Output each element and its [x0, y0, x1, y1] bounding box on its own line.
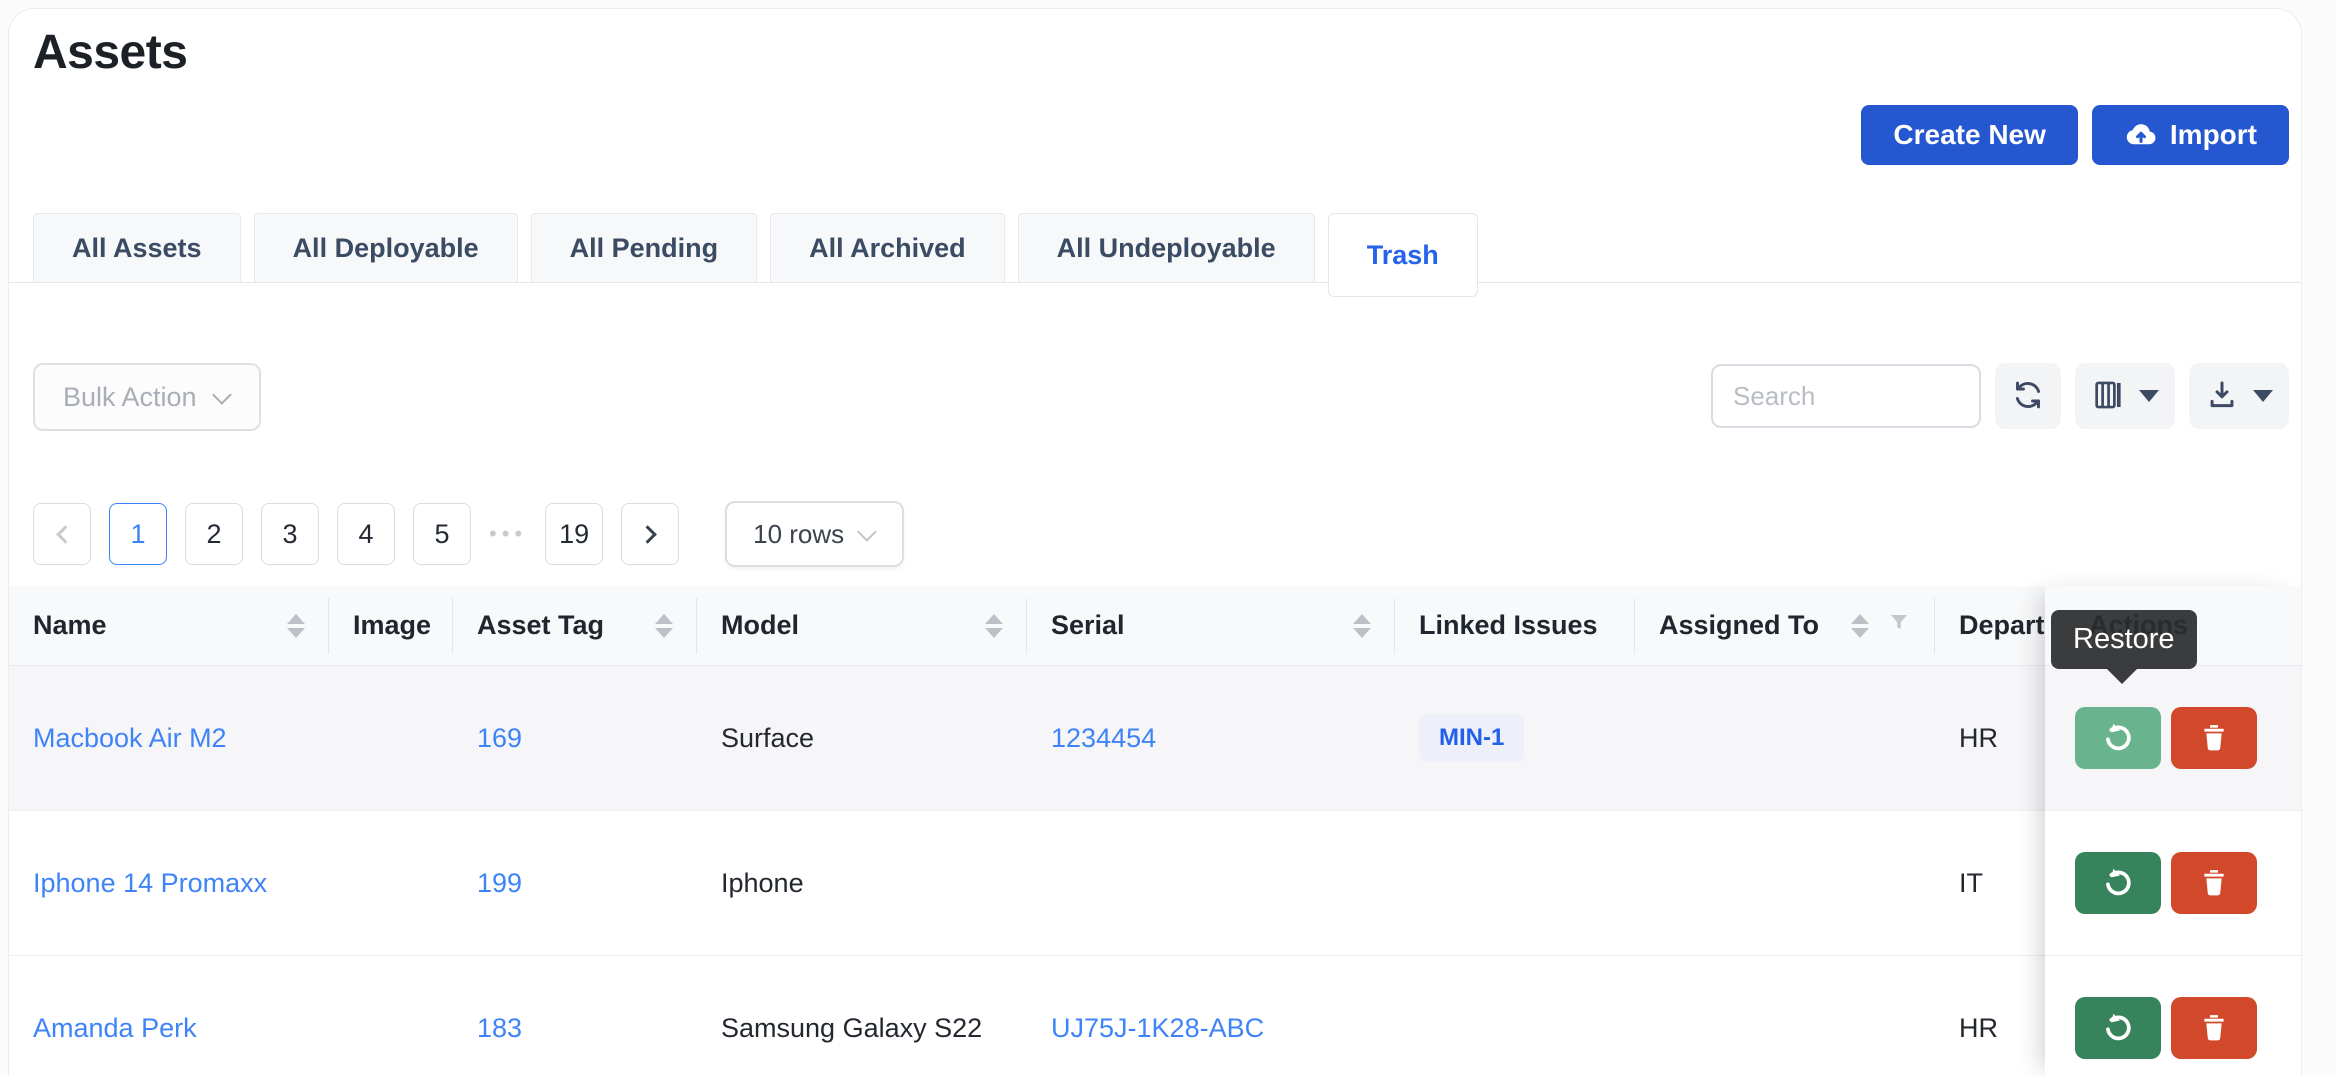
page-button-3[interactable]: 3 — [261, 503, 319, 565]
export-button[interactable] — [2189, 363, 2289, 429]
trash-icon — [2197, 865, 2231, 902]
columns-icon — [2091, 378, 2125, 415]
table-header-row: Name Image Asset Tag Model Serial Linked… — [9, 586, 2301, 666]
restore-icon — [2100, 1009, 2136, 1048]
asset-name-link[interactable]: Macbook Air M2 — [33, 723, 227, 753]
tabs-bar: All Assets All Deployable All Pending Al… — [33, 213, 2301, 283]
tab-all-pending[interactable]: All Pending — [531, 213, 758, 283]
table-row[interactable]: Iphone 14 Promaxx 199 Iphone IT — [9, 811, 2301, 956]
model-cell: Samsung Galaxy S22 — [697, 1013, 1027, 1044]
chevron-left-icon — [56, 525, 74, 543]
refresh-button[interactable] — [1995, 363, 2061, 429]
page-button-19[interactable]: 19 — [545, 503, 603, 565]
columns-button[interactable] — [2075, 363, 2175, 429]
restore-button[interactable] — [2075, 852, 2161, 914]
toolbar: Bulk Action — [33, 363, 2289, 431]
restore-button[interactable] — [2075, 997, 2161, 1059]
cloud-upload-icon — [2124, 118, 2158, 152]
delete-button[interactable] — [2171, 707, 2257, 769]
import-button[interactable]: Import — [2092, 105, 2289, 165]
asset-tag-link[interactable]: 169 — [477, 723, 522, 753]
page-button-4[interactable]: 4 — [337, 503, 395, 565]
model-cell: Iphone — [697, 868, 1027, 899]
table-row[interactable]: Amanda Perk 183 Samsung Galaxy S22 UJ75J… — [9, 956, 2301, 1076]
create-new-label: Create New — [1893, 119, 2046, 151]
sort-icon — [967, 614, 1003, 638]
caret-down-icon — [2139, 390, 2159, 402]
chevron-right-icon — [638, 525, 656, 543]
asset-name-link[interactable]: Amanda Perk — [33, 1013, 197, 1043]
chevron-down-icon — [857, 522, 877, 542]
actions-panel: Actions Restore — [2045, 586, 2301, 1076]
download-icon — [2205, 378, 2239, 415]
tab-all-deployable[interactable]: All Deployable — [254, 213, 518, 283]
column-header-model[interactable]: Model — [697, 586, 1027, 665]
header-actions: Create New Import — [1861, 105, 2289, 165]
table-row[interactable]: Macbook Air M2 169 Surface 1234454 MIN-1… — [9, 666, 2301, 811]
tab-trash[interactable]: Trash — [1328, 213, 1478, 297]
tabs-divider — [9, 282, 2301, 283]
pagination: 1 2 3 4 5 ••• 19 10 rows — [33, 501, 904, 567]
actions-row — [2045, 666, 2301, 811]
page-button-1[interactable]: 1 — [109, 503, 167, 565]
page-button-2[interactable]: 2 — [185, 503, 243, 565]
tab-all-archived[interactable]: All Archived — [770, 213, 1005, 283]
linked-issue-badge[interactable]: MIN-1 — [1419, 714, 1524, 762]
caret-down-icon — [2253, 390, 2273, 402]
pagination-ellipsis: ••• — [489, 521, 527, 547]
column-header-assigned-to[interactable]: Assigned To — [1635, 586, 1935, 665]
chevron-down-icon — [212, 385, 232, 405]
column-header-serial[interactable]: Serial — [1027, 586, 1395, 665]
delete-button[interactable] — [2171, 852, 2257, 914]
page-title: Assets — [33, 25, 187, 80]
page-button-5[interactable]: 5 — [413, 503, 471, 565]
tab-all-assets[interactable]: All Assets — [33, 213, 241, 283]
asset-name-link[interactable]: Iphone 14 Promaxx — [33, 868, 267, 898]
bulk-action-dropdown[interactable]: Bulk Action — [33, 363, 261, 431]
asset-tag-link[interactable]: 183 — [477, 1013, 522, 1043]
page-card: Assets Create New Import All Assets All … — [8, 8, 2302, 1076]
serial-link[interactable]: UJ75J-1K28-ABC — [1051, 1013, 1264, 1043]
column-header-name[interactable]: Name — [9, 586, 329, 665]
asset-tag-link[interactable]: 199 — [477, 868, 522, 898]
prev-page-button[interactable] — [33, 503, 91, 565]
tab-all-undeployable[interactable]: All Undeployable — [1018, 213, 1315, 283]
restore-icon — [2100, 719, 2136, 758]
restore-button[interactable] — [2075, 707, 2161, 769]
search-input[interactable] — [1711, 364, 1981, 428]
filter-icon[interactable] — [1887, 610, 1911, 641]
refresh-icon — [2011, 378, 2045, 415]
column-header-image: Image — [329, 586, 453, 665]
sort-icon — [637, 614, 673, 638]
trash-icon — [2197, 1010, 2231, 1047]
sort-icon — [269, 614, 305, 638]
model-cell: Surface — [697, 723, 1027, 754]
sort-icon — [1833, 614, 1869, 638]
column-header-linked-issues: Linked Issues — [1395, 586, 1635, 665]
actions-row — [2045, 811, 2301, 956]
restore-icon — [2100, 864, 2136, 903]
import-label: Import — [2170, 119, 2257, 151]
rows-per-page-selector[interactable]: 10 rows — [725, 501, 904, 567]
actions-row — [2045, 956, 2301, 1076]
restore-tooltip: Restore — [2051, 610, 2197, 669]
assets-table: Name Image Asset Tag Model Serial Linked… — [9, 586, 2301, 1076]
serial-link[interactable]: 1234454 — [1051, 723, 1156, 753]
trash-icon — [2197, 720, 2231, 757]
column-header-asset-tag[interactable]: Asset Tag — [453, 586, 697, 665]
next-page-button[interactable] — [621, 503, 679, 565]
delete-button[interactable] — [2171, 997, 2257, 1059]
sort-icon — [1335, 614, 1371, 638]
create-new-button[interactable]: Create New — [1861, 105, 2078, 165]
